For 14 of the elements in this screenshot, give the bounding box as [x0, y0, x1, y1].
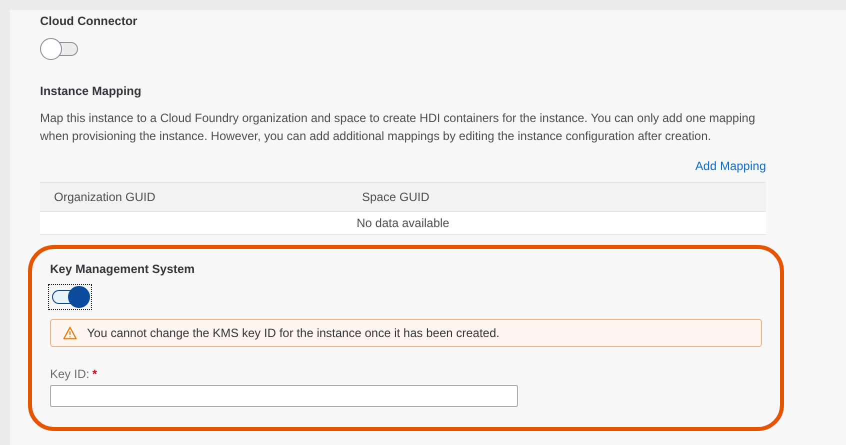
- toggle-switch[interactable]: [48, 284, 92, 310]
- warning-icon: [63, 326, 77, 340]
- warning-text: You cannot change the KMS key ID for the instance once it has been created.: [87, 326, 500, 340]
- section-title: Cloud Connector: [40, 13, 138, 29]
- column-header: Space GUID: [362, 190, 430, 204]
- description-text: Map this instance to a Cloud Foundry organization and space to create HDI containers for the instance. You can only add one mapping when provisioning the instance. However, you can add additional mappings by editing the instance configuration after creation.: [40, 110, 756, 145]
- empty-message: No data available: [356, 216, 450, 230]
- add-mapping-link[interactable]: Add Mapping: [695, 159, 766, 173]
- column-header: Organization GUID: [53, 190, 156, 204]
- section-title: Key Management System: [50, 261, 196, 277]
- field-label: Key ID:: [50, 367, 90, 381]
- section-title: Instance Mapping: [40, 83, 142, 99]
- required-mark: *: [92, 367, 98, 381]
- key-id-field[interactable]: [50, 385, 518, 407]
